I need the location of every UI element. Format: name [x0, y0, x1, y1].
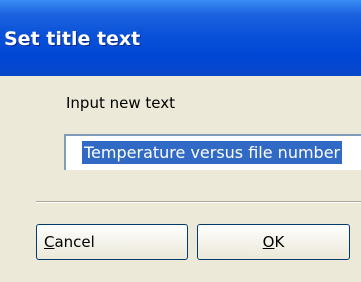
ok-mnemonic: O	[262, 233, 275, 251]
dialog-body: Input new text Temperature versus file n…	[0, 76, 361, 282]
cancel-label-rest: ancel	[54, 233, 95, 251]
dialog-title: Set title text	[4, 28, 141, 50]
divider	[36, 201, 361, 203]
selected-input-text: Temperature versus file number	[82, 141, 343, 164]
title-text-input[interactable]: Temperature versus file number	[64, 134, 361, 170]
ok-button[interactable]: OK	[197, 224, 350, 260]
title-bar[interactable]: Set title text	[0, 0, 361, 76]
prompt-label: Input new text	[66, 94, 175, 112]
cancel-button[interactable]: Cancel	[36, 224, 188, 260]
ok-label-rest: K	[274, 233, 285, 251]
cancel-mnemonic: C	[44, 233, 55, 251]
